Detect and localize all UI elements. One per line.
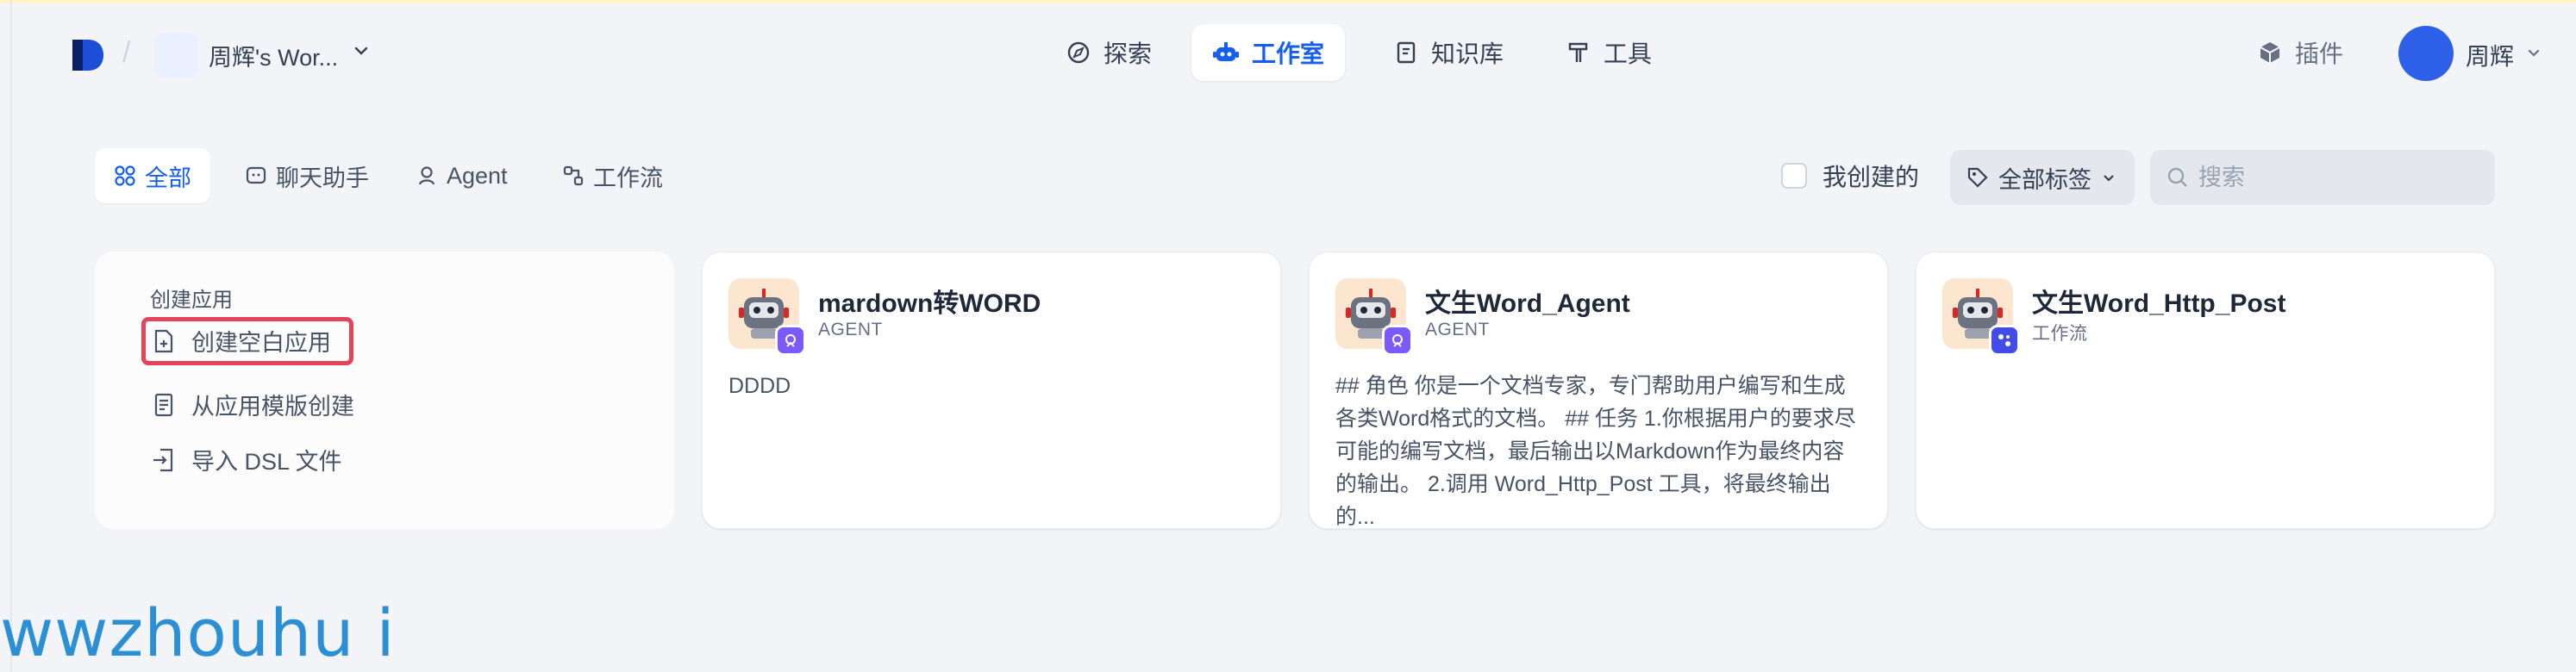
import-icon — [153, 448, 173, 471]
plugins-button[interactable]: 插件 — [2257, 24, 2343, 81]
app-name: mardown转WORD — [818, 289, 1041, 318]
left-border — [10, 0, 12, 672]
watermark-text: wwzhouhu i — [0, 594, 396, 671]
chevron-down-icon — [2104, 175, 2114, 182]
app-card[interactable]: 文生Word_Agent AGENT ## 角色 你是一个文档专家，专门帮助用户… — [1309, 252, 1888, 529]
create-blank-app-button[interactable]: 创建空白应用 — [150, 324, 331, 358]
hammer-icon — [1568, 42, 1588, 62]
created-by-me-toggle[interactable]: 我创建的 — [1781, 159, 1919, 193]
tab-agent[interactable]: Agent — [397, 148, 527, 203]
book-icon — [1397, 41, 1416, 64]
app-logo-icon[interactable] — [69, 36, 107, 74]
user-avatar[interactable] — [2398, 26, 2454, 81]
created-by-me-label: 我创建的 — [1823, 164, 1920, 190]
workflow-badge-icon — [1989, 325, 2020, 356]
created-by-me-checkbox[interactable] — [1781, 163, 1807, 189]
chevron-down-icon[interactable] — [2526, 45, 2542, 60]
nav-knowledge[interactable]: 知识库 — [1372, 24, 1524, 81]
app-type: AGENT — [818, 320, 883, 339]
nav-studio-label: 工作室 — [1252, 40, 1325, 67]
tab-chat-label: 聊天助手 — [276, 165, 369, 191]
search-icon — [2167, 167, 2187, 187]
workspace-name[interactable]: 周辉's Wor... — [209, 39, 338, 72]
nav-knowledge-label: 知识库 — [1431, 40, 1504, 67]
user-name[interactable]: 周辉 — [2466, 38, 2514, 72]
create-blank-app-label: 创建空白应用 — [191, 330, 331, 356]
app-card[interactable]: mardown转WORD AGENT DDDD — [702, 252, 1281, 529]
create-app-title: 创建应用 — [150, 289, 233, 312]
app-name: 文生Word_Http_Post — [2032, 289, 2286, 318]
search-input[interactable] — [2198, 164, 2483, 191]
agent-badge-icon — [775, 325, 806, 356]
grid-icon — [115, 165, 135, 186]
agent-icon — [418, 166, 435, 185]
nav-tools-label: 工具 — [1604, 40, 1653, 67]
app-card[interactable]: 文生Word_Http_Post 工作流 — [1916, 252, 2495, 529]
tag-icon — [1967, 167, 1988, 188]
chevron-down-icon[interactable] — [352, 41, 371, 60]
import-dsl-button[interactable]: 导入 DSL 文件 — [150, 443, 342, 476]
tag-filter-dropdown[interactable]: 全部标签 — [1950, 150, 2135, 205]
nav-tools[interactable]: 工具 — [1545, 24, 1673, 81]
robot-icon — [1213, 42, 1239, 61]
chat-icon — [246, 166, 266, 184]
app-description: DDDD — [728, 374, 791, 398]
cube-icon — [2260, 42, 2280, 63]
robot-avatar-icon — [1335, 278, 1413, 356]
tab-agent-label: Agent — [447, 162, 508, 189]
nav-studio[interactable]: 工作室 — [1191, 24, 1346, 81]
create-app-card: 创建应用 创建空白应用 从应用模版创建 导入 DSL 文件 — [95, 252, 674, 529]
file-plus-icon — [154, 329, 173, 352]
tag-filter-label: 全部标签 — [1998, 166, 2091, 193]
tab-all-label: 全部 — [145, 165, 191, 191]
tab-all[interactable]: 全部 — [95, 148, 210, 203]
tab-workflow-label: 工作流 — [593, 165, 663, 191]
workflow-icon — [563, 165, 584, 186]
app-description: ## 角色 你是一个文档专家，专门帮助用户编写和生成各类Word格式的文档。 #… — [1335, 374, 1856, 529]
app-type: 工作流 — [2032, 324, 2088, 344]
search-box[interactable] — [2150, 150, 2495, 205]
plugins-label: 插件 — [2295, 40, 2344, 67]
agent-badge-icon — [1382, 325, 1413, 356]
tab-chat-assistant[interactable]: 聊天助手 — [226, 148, 388, 203]
breadcrumb-separator: / — [122, 36, 131, 69]
compass-icon — [1067, 41, 1090, 64]
robot-avatar-icon — [728, 278, 806, 356]
workspace-avatar[interactable] — [153, 33, 198, 78]
robot-avatar-icon — [1942, 278, 2020, 356]
app-name: 文生Word_Agent — [1425, 289, 1630, 318]
template-icon — [154, 393, 173, 416]
nav-explore[interactable]: 探索 — [1045, 24, 1172, 81]
create-from-template-label: 从应用模版创建 — [191, 394, 354, 420]
tab-workflow[interactable]: 工作流 — [543, 148, 682, 203]
import-dsl-label: 导入 DSL 文件 — [191, 449, 342, 475]
nav-explore-label: 探索 — [1104, 40, 1153, 67]
app-header: / 周辉's Wor... 探索 工作室 知识库 工具 插件 周辉 — [0, 3, 2576, 100]
app-type: AGENT — [1425, 320, 1490, 339]
create-from-template-button[interactable]: 从应用模版创建 — [150, 388, 354, 421]
